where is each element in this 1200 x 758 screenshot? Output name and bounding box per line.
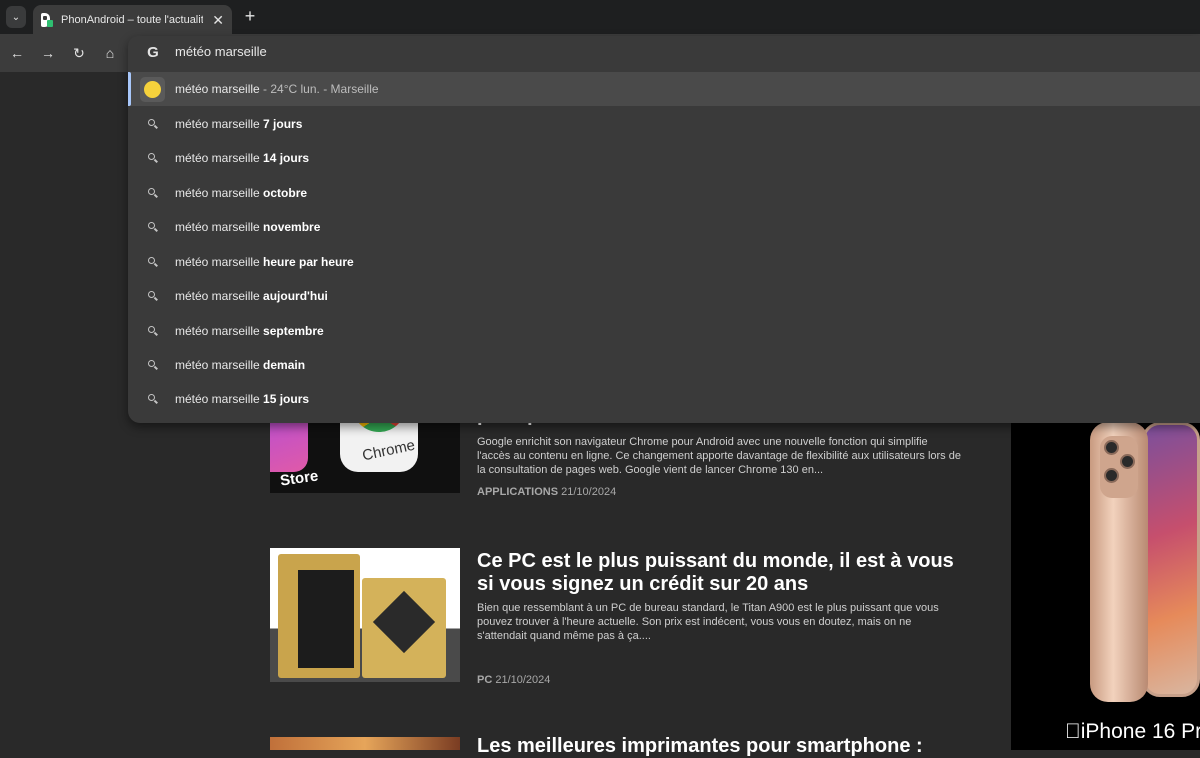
weather-sun-icon — [140, 77, 165, 102]
article-meta: PC 21/10/2024 — [477, 674, 550, 686]
home-button[interactable]: ⌂ — [100, 43, 120, 63]
article-excerpt: Google enrichit son navigateur Chrome po… — [477, 436, 961, 476]
search-icon — [146, 392, 160, 406]
suggestion-item[interactable]: météo marseille 14 jours — [128, 141, 1200, 175]
suggestion-item[interactable]: météo marseille aujourd'hui — [128, 279, 1200, 313]
article-excerpt: Bien que ressemblant à un PC de bureau s… — [477, 602, 939, 642]
back-button[interactable]: ← — [7, 43, 27, 63]
suggestion-text: météo marseille novembre — [175, 220, 321, 234]
suggestion-weather[interactable]: météo marseille - 24°C lun. - Marseille — [128, 72, 1200, 106]
address-bar-input[interactable] — [175, 44, 775, 59]
article-date: 21/10/2024 — [495, 674, 551, 686]
suggestion-text: météo marseille 7 jours — [175, 117, 303, 131]
new-tab-button[interactable]: + — [240, 6, 260, 26]
article-category[interactable]: PC — [477, 674, 492, 686]
search-icon — [146, 151, 160, 165]
suggestion-text: météo marseille aujourd'hui — [175, 289, 328, 303]
phonandroid-favicon-icon — [41, 12, 54, 27]
search-icon — [146, 117, 160, 131]
search-icon — [146, 358, 160, 372]
suggestion-item[interactable]: météo marseille novembre — [128, 210, 1200, 244]
chevron-down-icon: ⌄ — [11, 11, 21, 23]
reload-button[interactable]: ↻ — [69, 43, 89, 63]
suggestion-item[interactable]: météo marseille septembre — [128, 314, 1200, 348]
article-title[interactable]: Ce PC est le plus puissant du monde, il … — [477, 550, 967, 596]
active-tab[interactable]: PhonAndroid – toute l'actualité ✕ — [33, 5, 232, 34]
tab-search-button[interactable]: ⌄ — [6, 6, 26, 28]
article-title[interactable]: Les meilleures imprimantes pour smartpho… — [477, 735, 967, 758]
search-icon — [146, 255, 160, 269]
iphone-ad-image — [1090, 422, 1200, 702]
forward-button[interactable]: → — [38, 43, 58, 63]
article-thumbnail[interactable] — [270, 737, 460, 750]
article-category[interactable]: APPLICATIONS — [477, 486, 558, 498]
close-tab-icon[interactable]: ✕ — [212, 13, 224, 27]
search-icon — [146, 220, 160, 234]
suggestion-text: météo marseille demain — [175, 358, 306, 372]
suggestion-text: météo marseille heure par heure — [175, 255, 354, 269]
tab-strip: ⌄ PhonAndroid – toute l'actualité ✕ + — [0, 0, 1200, 34]
article-meta: APPLICATIONS 21/10/2024 — [477, 486, 616, 498]
search-icon — [146, 289, 160, 303]
omnibox-input-row: G — [128, 36, 1200, 70]
suggestion-text: météo marseille 15 jours — [175, 392, 310, 406]
suggestion-text: météo marseille 14 jours — [175, 151, 310, 165]
suggestion-item[interactable]: météo marseille octobre — [128, 176, 1200, 210]
suggestion-item[interactable]: météo marseille 15 jours — [128, 382, 1200, 416]
article-date: 21/10/2024 — [561, 486, 617, 498]
suggestion-text: météo marseille - 24°C lun. - Marseille — [175, 82, 379, 96]
article-thumbnail[interactable] — [270, 548, 460, 682]
suggestion-text: météo marseille octobre — [175, 186, 308, 200]
search-icon — [146, 324, 160, 338]
tab-title: PhonAndroid – toute l'actualité — [61, 13, 203, 26]
search-icon — [146, 186, 160, 200]
suggestion-item[interactable]: météo marseille demain — [128, 348, 1200, 382]
suggestion-item[interactable]: météo marseille 7 jours — [128, 107, 1200, 141]
omnibox-dropdown: G météo marseille - 24°C lun. - Marseill… — [128, 36, 1200, 423]
suggestion-text: météo marseille septembre — [175, 324, 324, 338]
ad-text: iPhone 16 Pr — [1065, 720, 1200, 743]
google-icon: G — [147, 44, 159, 61]
suggestion-item[interactable]: météo marseille heure par heure — [128, 245, 1200, 279]
